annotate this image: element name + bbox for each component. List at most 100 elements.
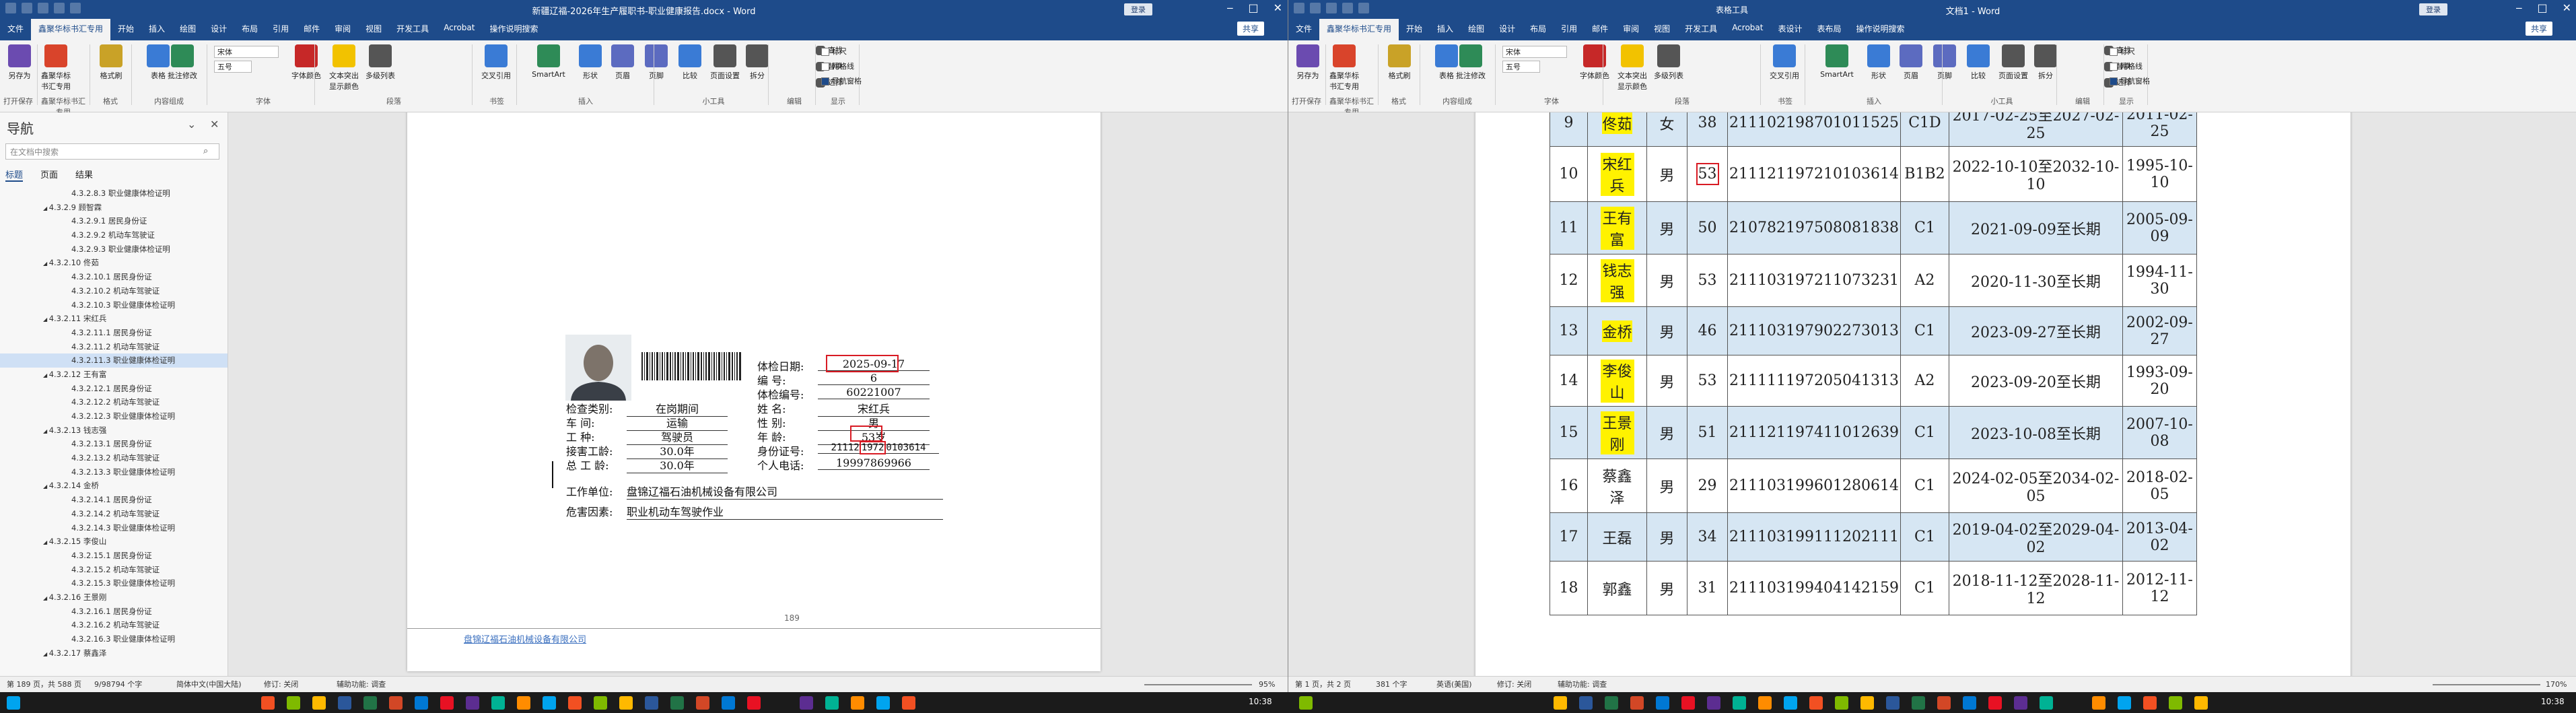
expand-triangle-icon[interactable]: ◢ <box>43 539 49 545</box>
nav-heading-item[interactable]: 4.3.2.12.1 居民身份证 <box>0 382 228 396</box>
ribbon-button-5[interactable]: 字体颜色 <box>289 44 323 81</box>
minimize-icon[interactable]: ‒ <box>2515 1 2522 14</box>
cell-validity[interactable]: 2020-11-30至长期 <box>1948 254 2123 307</box>
cell-no[interactable]: 18 <box>1550 561 1588 615</box>
cell-age[interactable]: 53 <box>1687 146 1728 202</box>
cell-age[interactable]: 53 <box>1687 254 1728 307</box>
ribbon-button-2[interactable]: 格式刷 <box>1383 44 1416 81</box>
nav-heading-item[interactable]: 4.3.2.11.3 职业健康体检证明 <box>0 353 228 368</box>
save-icon[interactable] <box>1310 3 1321 13</box>
nav-heading-item[interactable]: 4.3.2.10.1 居民身份证 <box>0 270 228 284</box>
expand-triangle-icon[interactable]: ◢ <box>43 595 49 601</box>
search-icon[interactable]: ⌕ <box>203 146 208 156</box>
nav-heading-item[interactable]: ◢ 4.3.2.17 蔡鑫泽 <box>0 646 228 660</box>
checkbox-2[interactable]: 导航窗格 <box>821 75 862 86</box>
share-button[interactable]: 共享 <box>1237 22 1265 36</box>
cell-id[interactable]: 211103197211073231 <box>1727 254 1901 307</box>
ribbon-button-4[interactable]: 批注修改 <box>1454 44 1488 81</box>
checkbox-0[interactable]: 标尺 <box>821 46 847 57</box>
tab-13[interactable]: 操作说明搜索 <box>482 19 545 40</box>
taskbar-app-icon[interactable] <box>1784 696 1797 710</box>
status-accessibility[interactable]: 辅助功能: 调查 <box>337 677 386 692</box>
ribbon-button-11[interactable]: 页眉 <box>606 44 639 81</box>
nav-heading-item[interactable]: ◢ 4.3.2.12 王有富 <box>0 368 228 382</box>
taskbar-app-icon[interactable] <box>287 696 300 710</box>
taskbar-app-icon[interactable] <box>800 696 813 710</box>
zoom-slider[interactable] <box>1144 684 1252 685</box>
cell-name[interactable]: 钱志强 <box>1587 254 1647 307</box>
taskbar-app-icon[interactable] <box>1733 696 1746 710</box>
login-button[interactable]: 登录 <box>1124 3 1152 15</box>
cell-first[interactable]: 2011-02-25 <box>2122 112 2197 147</box>
taskbar-app-icon[interactable] <box>2194 696 2208 710</box>
nav-close-icon[interactable]: ✕ <box>210 118 219 131</box>
tab-7[interactable]: 引用 <box>265 19 296 40</box>
cell-gender[interactable]: 男 <box>1646 201 1687 254</box>
cell-age[interactable]: 51 <box>1687 406 1728 459</box>
checkbox-1[interactable]: 网格线 <box>821 61 854 71</box>
ribbon-button-9[interactable]: SmartArt <box>532 44 565 79</box>
taskbar-app-icon[interactable] <box>312 696 326 710</box>
tab-7[interactable]: 引用 <box>1554 19 1585 40</box>
ribbon-button-12[interactable]: 页脚 <box>1928 44 1961 81</box>
tab-11[interactable]: 开发工具 <box>389 19 436 40</box>
ribbon-button-6[interactable]: 文本突出显示颜色 <box>327 44 361 92</box>
ribbon-button-14[interactable]: 页面设置 <box>708 44 742 81</box>
cell-gender[interactable]: 女 <box>1646 112 1687 147</box>
ribbon-button-12[interactable]: 页脚 <box>639 44 673 81</box>
cell-name[interactable]: 李俊山 <box>1587 355 1647 407</box>
cell-first[interactable]: 1993-09-20 <box>2122 355 2197 407</box>
cell-no[interactable]: 16 <box>1550 459 1588 513</box>
expand-triangle-icon[interactable]: ◢ <box>43 651 49 657</box>
taskbar-app-icon[interactable] <box>1860 696 1874 710</box>
cell-first[interactable]: 2018-02-05 <box>2122 459 2197 513</box>
status-words[interactable]: 381 个字 <box>1376 677 1407 692</box>
cell-first[interactable]: 1995-10-10 <box>2122 146 2197 202</box>
nav-heading-item[interactable]: 4.3.2.16.3 职业健康体检证明 <box>0 632 228 646</box>
tab-12[interactable]: Acrobat <box>436 19 482 40</box>
taskbar-app-icon[interactable] <box>1554 696 1567 710</box>
autosave-icon[interactable] <box>1294 3 1304 13</box>
taskbar-app-icon[interactable] <box>1937 696 1951 710</box>
cell-first[interactable]: 1994-11-30 <box>2122 254 2197 307</box>
taskbar-app-icon[interactable] <box>491 696 505 710</box>
taskbar-app-icon[interactable] <box>722 696 735 710</box>
checkbox-0[interactable]: 标尺 <box>2110 46 2135 57</box>
ribbon-button-7[interactable]: 多级列表 <box>363 44 397 81</box>
nav-heading-item[interactable]: 4.3.2.10.3 职业健康体检证明 <box>0 298 228 312</box>
taskbar-app-icon[interactable] <box>517 696 530 710</box>
cell-id[interactable]: 211102198701011525 <box>1727 112 1901 147</box>
tab-2[interactable]: 开始 <box>110 19 141 40</box>
cell-gender[interactable]: 男 <box>1646 306 1687 355</box>
nav-heading-item[interactable]: 4.3.2.14.2 机动车驾驶证 <box>0 507 228 521</box>
cell-validity[interactable]: 2023-09-27至长期 <box>1948 306 2123 355</box>
cell-age[interactable]: 29 <box>1687 459 1728 513</box>
taskbar-app-icon[interactable] <box>619 696 633 710</box>
cell-first[interactable]: 2005-09-09 <box>2122 201 2197 254</box>
cell-validity[interactable]: 2018-11-12至2028-11-12 <box>1948 561 2123 615</box>
cell-age[interactable]: 50 <box>1687 201 1728 254</box>
cell-name[interactable]: 蔡鑫泽 <box>1587 459 1647 513</box>
expand-triangle-icon[interactable]: ◢ <box>43 483 49 489</box>
cell-cls[interactable]: A2 <box>1900 254 1949 307</box>
cell-cls[interactable]: C1 <box>1900 406 1949 459</box>
ribbon-button-15[interactable]: 拆分 <box>2029 44 2062 81</box>
nav-heading-item[interactable]: 4.3.2.12.3 职业健康体检证明 <box>0 409 228 423</box>
ribbon-button-13[interactable]: 比较 <box>1961 44 1995 81</box>
nav-heading-item[interactable]: ◢ 4.3.2.10 佟茹 <box>0 256 228 270</box>
cell-name[interactable]: 王有富 <box>1587 201 1647 254</box>
cell-age[interactable]: 46 <box>1687 306 1728 355</box>
ribbon-button-13[interactable]: 比较 <box>673 44 707 81</box>
status-words[interactable]: 9/98794 个字 <box>94 677 142 692</box>
cell-id[interactable]: 211103199601280614 <box>1727 459 1901 513</box>
expand-triangle-icon[interactable]: ◢ <box>43 205 49 211</box>
status-zoom[interactable]: 170% <box>2546 677 2567 692</box>
nav-tab-pages[interactable]: 页面 <box>40 168 58 182</box>
ribbon-button-10[interactable]: 形状 <box>1862 44 1895 81</box>
taskbar-app-icon[interactable] <box>1809 696 1823 710</box>
font-name-box[interactable]: 宋体 <box>1502 46 1567 58</box>
tab-14[interactable]: 表布局 <box>1810 19 1849 40</box>
nav-heading-item[interactable]: 4.3.2.9.3 职业健康体检证明 <box>0 242 228 257</box>
taskbar-app-icon[interactable] <box>747 696 761 710</box>
share-button[interactable]: 共享 <box>2526 22 2553 36</box>
